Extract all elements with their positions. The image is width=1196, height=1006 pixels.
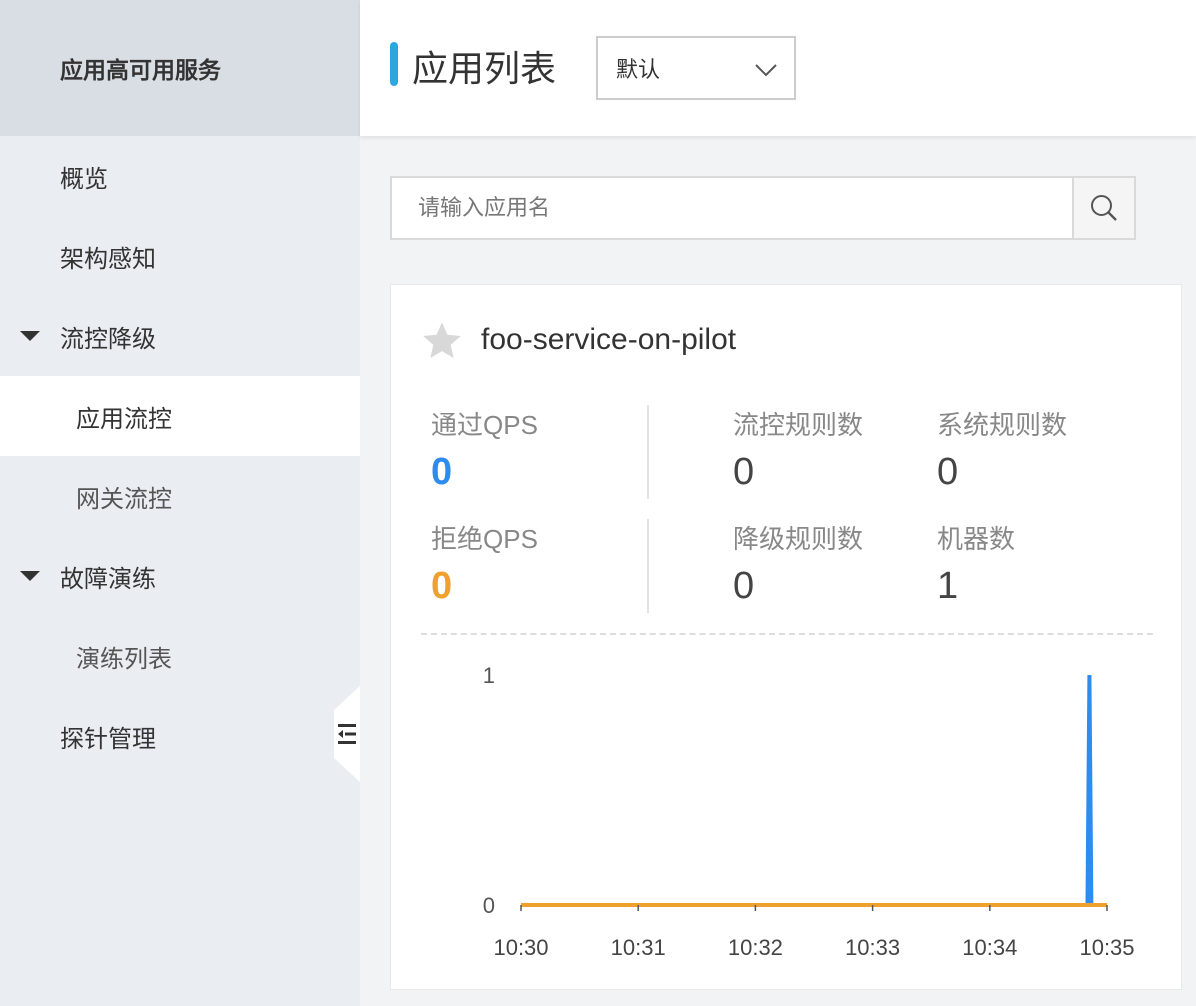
x-tick-label: 10:30 <box>493 935 548 960</box>
app-name[interactable]: foo-service-on-pilot <box>481 323 736 357</box>
sidebar-item-overview[interactable]: 概览 <box>0 136 360 216</box>
machines-label: 机器数 <box>937 524 1016 554</box>
product-title: 应用高可用服务 <box>60 57 221 83</box>
sidebar-header: 应用高可用服务 <box>0 0 360 136</box>
app-card: foo-service-on-pilot 通过QPS 0 流控规则数 0 系统规… <box>390 284 1182 990</box>
sidebar-item-label: 探针管理 <box>60 725 156 753</box>
system-rules-value: 0 <box>937 451 959 493</box>
x-tick-label: 10:31 <box>611 935 666 960</box>
flow-rules-value: 0 <box>733 451 755 493</box>
title-accent-bar <box>390 42 398 86</box>
sidebar-item-label: 流控降级 <box>60 325 156 353</box>
series-line-0 <box>521 674 1094 907</box>
sidebar-item-label: 网关流控 <box>76 485 172 513</box>
namespace-select[interactable]: 默认 <box>596 36 796 100</box>
sidebar-item-app-flow-control[interactable]: 应用流控 <box>0 376 360 456</box>
block-qps-value: 0 <box>431 565 453 607</box>
stats-divider <box>647 519 649 613</box>
y-tick-label: 0 <box>483 893 495 918</box>
y-tick-label: 1 <box>483 663 495 688</box>
sidebar-item-probe-management[interactable]: 探针管理 <box>0 696 360 776</box>
sidebar-item-drill-list[interactable]: 演练列表 <box>0 616 360 696</box>
app-search <box>390 176 1136 240</box>
collapse-sidebar-icon <box>338 724 356 744</box>
search-input[interactable] <box>392 178 1072 238</box>
sidebar-item-architecture[interactable]: 架构感知 <box>0 216 360 296</box>
top-bar: 应用列表 默认 <box>360 0 1196 136</box>
namespace-select-value: 默认 <box>616 57 661 82</box>
sidebar-item-label: 故障演练 <box>60 565 156 593</box>
star-icon[interactable] <box>421 321 463 361</box>
chevron-down-icon <box>755 64 777 77</box>
caret-down-icon <box>20 571 40 581</box>
x-tick-label: 10:32 <box>728 935 783 960</box>
pass-qps-value: 0 <box>431 451 453 493</box>
sidebar: 应用高可用服务 概览 架构感知 流控降级 应用流控 网关流控 故障演练 演练列表… <box>0 0 360 1006</box>
x-tick-label: 10:34 <box>962 935 1017 960</box>
qps-chart: 0 1 10:30 10:31 10:32 10:33 10:34 10:35 <box>483 663 1135 960</box>
stats-divider <box>647 405 649 499</box>
search-button[interactable] <box>1072 178 1134 238</box>
x-tick-label: 10:33 <box>845 935 900 960</box>
machines-value: 1 <box>937 565 959 607</box>
page-title: 应用列表 <box>412 48 557 89</box>
sidebar-item-label: 概览 <box>60 165 108 193</box>
card-divider <box>421 633 1153 635</box>
sidebar-item-gateway-flow-control[interactable]: 网关流控 <box>0 456 360 536</box>
block-qps-label: 拒绝QPS <box>431 524 538 554</box>
degrade-rules-label: 降级规则数 <box>733 524 864 554</box>
caret-down-icon <box>20 331 40 341</box>
sidebar-item-label: 演练列表 <box>76 645 172 673</box>
flow-rules-label: 流控规则数 <box>733 410 864 440</box>
pass-qps-label: 通过QPS <box>431 410 538 440</box>
sidebar-group-fault-drill[interactable]: 故障演练 <box>0 536 360 616</box>
search-icon <box>1091 195 1117 221</box>
sidebar-item-label: 架构感知 <box>60 245 156 273</box>
sidebar-group-flow-control[interactable]: 流控降级 <box>0 296 360 376</box>
system-rules-label: 系统规则数 <box>937 410 1068 440</box>
x-tick-label: 10:35 <box>1079 935 1134 960</box>
sidebar-item-label: 应用流控 <box>76 405 172 433</box>
degrade-rules-value: 0 <box>733 565 755 607</box>
